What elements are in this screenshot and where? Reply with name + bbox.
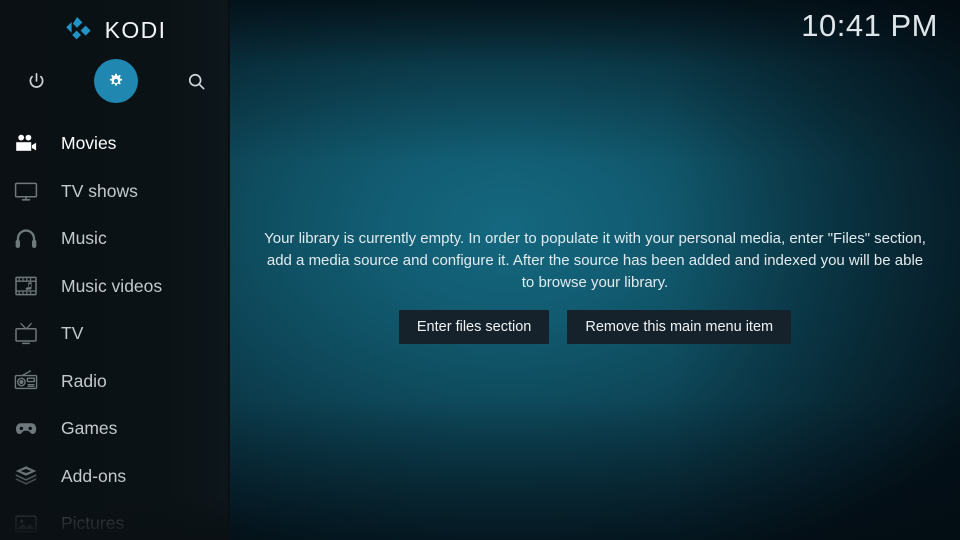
empty-library-panel: Your library is currently empty. In orde… (240, 228, 950, 344)
sidebar-item-label: Games (61, 418, 118, 438)
tv-antenna-icon (10, 318, 42, 350)
headphones-icon (10, 223, 42, 255)
sidebar-item-games[interactable]: Games (0, 405, 230, 453)
movie-camera-icon (10, 128, 42, 160)
main-menu: Movies TV shows Music Music videos TV Ra… (0, 120, 230, 540)
empty-library-message: Your library is currently empty. In orde… (264, 230, 926, 291)
package-box-icon (10, 460, 42, 492)
search-button[interactable] (174, 59, 218, 103)
clock: 10:41 PM (801, 8, 938, 43)
sidebar-item-label: Music videos (61, 275, 163, 296)
film-music-icon (10, 270, 42, 302)
kodi-home-screen: KODI Movies TV shows Music Music videos … (0, 0, 960, 540)
sidebar-item-label: TV (61, 323, 84, 343)
sidebar-item-music-videos[interactable]: Music videos (0, 263, 230, 311)
sidebar-item-add-ons[interactable]: Add-ons (0, 453, 230, 501)
gamepad-icon (10, 413, 42, 445)
kodi-diamond-logo-icon (64, 16, 94, 44)
enter-files-section-button[interactable]: Enter files section (398, 310, 550, 344)
sidebar-item-label: Music (61, 228, 107, 248)
power-icon (26, 71, 47, 92)
sidebar-item-label: Pictures (61, 513, 125, 533)
app-logo: KODI (0, 12, 230, 48)
sidebar-item-label: Radio (61, 370, 107, 391)
power-button[interactable] (14, 59, 58, 103)
sidebar-item-label: Movies (61, 133, 117, 153)
sidebar-item-music[interactable]: Music (0, 215, 230, 263)
sidebar-item-label: Add-ons (61, 465, 127, 486)
sidebar-item-movies[interactable]: Movies (0, 120, 230, 168)
sidebar-item-pictures[interactable]: Pictures (0, 500, 230, 540)
television-icon (10, 175, 42, 207)
sidebar-item-tv-shows[interactable]: TV shows (0, 168, 230, 216)
empty-library-actions: Enter files section Remove this main men… (240, 310, 950, 344)
sidebar-item-label: TV shows (61, 180, 138, 201)
gear-icon (106, 71, 126, 91)
sidebar-item-radio[interactable]: Radio (0, 358, 230, 406)
settings-button[interactable] (94, 59, 138, 103)
app-name: KODI (104, 16, 167, 43)
remove-main-menu-item-button[interactable]: Remove this main menu item (567, 310, 792, 344)
radio-icon (10, 365, 42, 397)
sidebar-item-tv[interactable]: TV (0, 310, 230, 358)
top-action-bar (0, 58, 230, 104)
search-icon (186, 71, 207, 92)
picture-icon (10, 508, 42, 540)
